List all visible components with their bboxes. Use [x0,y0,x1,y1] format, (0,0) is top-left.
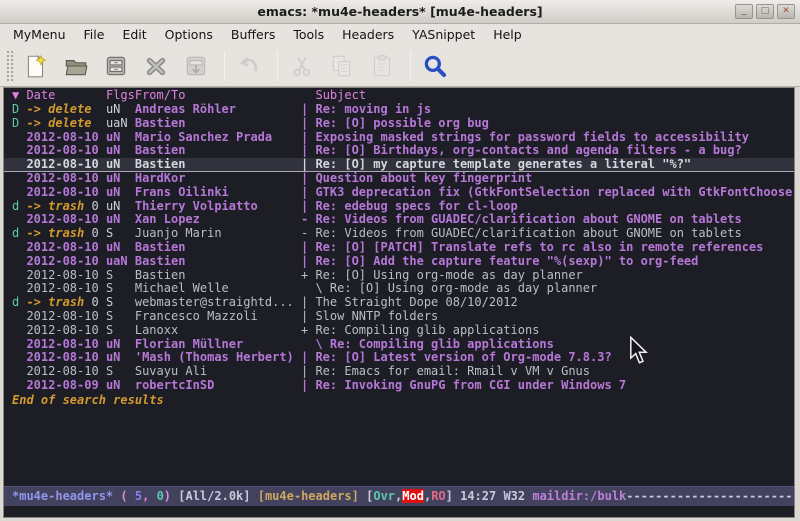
message-row[interactable]: D -> delete uN Andreas Röhler | Re: movi… [4,103,794,117]
message-row[interactable]: 2012-08-10 S Bastien + Re: [O] Using org… [4,269,794,283]
message-row[interactable]: 2012-08-10 uN Bastien | Re: [O] my captu… [4,158,794,172]
column-header-from[interactable]: From/To [135,88,316,102]
modeline-segment: [All/2.0k] [171,489,258,503]
message-row[interactable]: 2012-08-10 S Suvayu Ali | Re: Emacs for … [4,365,794,379]
search-button[interactable] [421,52,449,80]
column-header-subject[interactable]: Subject [315,88,366,102]
save-button[interactable] [102,52,130,80]
message-row[interactable]: 2012-08-10 uN 'Mash (Thomas Herbert) | R… [4,351,794,365]
menu-item-yasnippet[interactable]: YASnippet [403,24,484,45]
modeline-segment [149,489,156,503]
menu-item-options[interactable]: Options [156,24,222,45]
message-row[interactable]: d -> trash 0 uN Thierry Volpiatto | Re: … [4,200,794,214]
menu-item-help[interactable]: Help [484,24,531,45]
menu-bar: MyMenuFileEditOptionsBuffersToolsHeaders… [0,24,800,45]
toolbar-drag-handle[interactable] [6,50,15,82]
message-row[interactable]: 2012-08-10 uN HardKor | Question about k… [4,172,794,186]
message-row[interactable]: 2012-08-10 S Lanoxx + Re: Compiling glib… [4,324,794,338]
paste-icon [369,53,395,79]
emacs-frame: { "window": { "title": "emacs: *mu4e-hea… [0,0,800,521]
message-row[interactable]: 2012-08-10 uN Bastien | Re: [O] [PATCH] … [4,241,794,255]
modeline-segment: -------------------------------- [626,489,794,503]
message-row[interactable]: 2012-08-10 uN Xan Lopez - Re: Videos fro… [4,213,794,227]
new-file-button[interactable] [22,52,50,80]
titlebar: emacs: *mu4e-headers* [mu4e-headers] _ □ ✕ [0,0,800,24]
message-row[interactable]: d -> trash 0 S Juanjo Marin - Re: Videos… [4,227,794,241]
modeline-segment: RO [431,489,445,503]
end-of-results: End of search results [4,393,794,407]
modeline-segment: Ovr [373,489,395,503]
open-button[interactable] [62,52,90,80]
cut-button [288,52,316,80]
menu-item-mymenu[interactable]: MyMenu [4,24,75,45]
echo-area [4,506,794,517]
menu-item-headers[interactable]: Headers [333,24,403,45]
cut-icon [289,53,315,79]
sort-indicator[interactable]: ▼ [12,88,26,102]
delete-button[interactable] [142,52,170,80]
toolbar [0,45,800,87]
undo-icon [236,53,262,79]
toolbar-separator [224,51,225,81]
save-as-icon [183,53,209,79]
message-row[interactable]: 2012-08-10 S Michael Welle \ Re: [O] Usi… [4,282,794,296]
column-headers[interactable]: ▼ Date FlgsFrom/To Subject [4,88,794,103]
search-icon [422,53,448,79]
modeline-segment: maildir:/bulk [532,489,626,503]
modeline-segment [128,489,135,503]
menu-item-edit[interactable]: Edit [113,24,155,45]
message-row[interactable]: d -> trash 0 S webmaster@straightd... | … [4,296,794,310]
undo-button [235,52,263,80]
message-row[interactable]: 2012-08-10 uN Mario Sanchez Prada | Expo… [4,131,794,145]
menu-item-buffers[interactable]: Buffers [222,24,284,45]
maximize-icon: □ [761,6,770,16]
column-header-date[interactable]: Date [26,88,105,102]
close-icon: ✕ [782,6,790,16]
message-row[interactable]: 2012-08-10 uN Bastien | Re: [O] Birthday… [4,144,794,158]
modeline-segment: ] [446,489,460,503]
close-button[interactable]: ✕ [777,4,795,19]
minimize-button[interactable]: _ [735,4,753,19]
toolbar-separator [277,51,278,81]
paste-button [368,52,396,80]
open-icon [63,53,89,79]
modeline-segment: Mod [402,489,424,503]
save-icon [103,53,129,79]
menu-item-file[interactable]: File [75,24,114,45]
modeline-segment: [mu4e-headers] [258,489,359,503]
message-row[interactable]: 2012-08-10 uaN Bastien | Re: [O] Add the… [4,255,794,269]
copy-button [328,52,356,80]
modeline-segment: *mu4e-headers* [12,489,113,503]
modeline-segment: 0 [157,489,164,503]
window-buttons: _ □ ✕ [735,4,795,19]
message-row[interactable]: D -> delete uaN Bastien | Re: [O] possib… [4,117,794,131]
modeline-segment: 5 [135,489,142,503]
modeline-segment: ( [120,489,127,503]
modeline-segment: ) [164,489,171,503]
modeline-segment: [ [359,489,373,503]
delete-icon [143,53,169,79]
message-row[interactable]: 2012-08-10 uN Florian Müllner \ Re: Comp… [4,338,794,352]
toolbar-separator [410,51,411,81]
modeline-segment: 14:27 W32 [460,489,532,503]
message-row[interactable]: 2012-08-09 uN robertcInSD | Re: Invoking… [4,379,794,393]
message-row[interactable]: 2012-08-10 S Francesco Mazzoli | Slow NN… [4,310,794,324]
new-file-icon [23,53,49,79]
save-as-button [182,52,210,80]
copy-icon [329,53,355,79]
window-title: emacs: *mu4e-headers* [mu4e-headers] [257,4,542,19]
maximize-button[interactable]: □ [756,4,774,19]
mode-line[interactable]: *mu4e-headers* ( 5, 0) [All/2.0k] [mu4e-… [4,486,794,506]
minimize-icon: _ [742,6,747,16]
menu-item-tools[interactable]: Tools [284,24,333,45]
message-row[interactable]: 2012-08-10 uN Frans Oilinki | GTK3 depre… [4,186,794,200]
message-list: D -> delete uN Andreas Röhler | Re: movi… [4,103,794,393]
column-header-flags[interactable]: Flgs [106,88,135,102]
editor-area: ▼ Date FlgsFrom/To Subject D -> delete u… [3,87,795,518]
